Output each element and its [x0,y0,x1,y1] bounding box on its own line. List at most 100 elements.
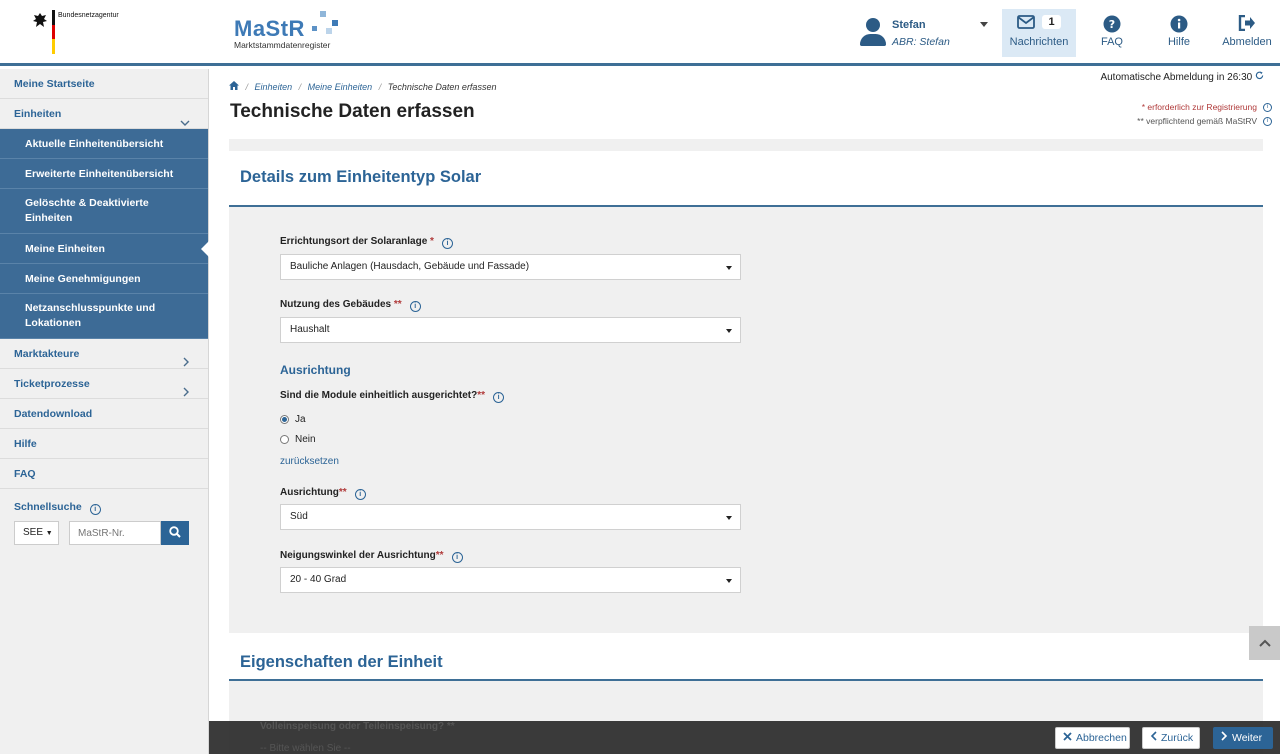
volleinspeisung-placeholder: -- Bitte wählen Sie -- [260,743,351,754]
header: Bundesnetzagentur MaStR Marktstammdatenr… [0,0,1280,66]
mastr-search-input[interactable] [69,521,161,545]
home-icon[interactable] [229,81,239,92]
search-icon [169,525,181,541]
page-title: Technische Daten erfassen [230,101,475,122]
main-content: / Einheiten / Meine Einheiten / Technisc… [209,69,1280,754]
logout-label: Abmelden [1222,36,1272,48]
scroll-to-top-button[interactable] [1249,626,1280,660]
neigung-select[interactable]: 20 - 40 Grad [280,567,741,593]
radio-label: Ja [295,414,306,425]
sidebar-item-netzanschlusspunkte[interactable]: Netzanschlusspunkte und Lokationen [0,294,208,339]
messages-count-badge: 1 [1042,15,1061,29]
next-button[interactable]: Weiter [1213,727,1273,749]
solar-details-panel: Details zum Einheitentyp Solar Errichtun… [229,139,1263,635]
see-select[interactable]: SEE ▼ [14,521,59,545]
radio-nein[interactable]: Nein [280,434,316,445]
info-icon[interactable]: i [1263,103,1272,113]
user-menu[interactable]: Stefan ABR: Stefan [860,16,990,52]
info-icon[interactable]: i [409,301,421,312]
panel-header: Details zum Einheitentyp Solar [229,151,1263,207]
faq-button[interactable]: ? FAQ [1090,9,1134,57]
chevron-down-icon [980,22,988,27]
select-value: Bauliche Anlagen (Hausdach, Gebäude und … [290,261,530,272]
german-flag-icon [52,10,55,55]
mandatory-note: ** verpflichtend gemäß MaStRV [1137,116,1257,126]
caret-down-icon [726,266,732,270]
sidebar-item-einheiten[interactable]: Einheiten [0,99,208,129]
panel-header: Eigenschaften der Einheit [229,633,1263,681]
required-note: * erforderlich zur Registrierung [1141,102,1257,112]
faq-label: FAQ [1100,36,1123,48]
radio-ja[interactable]: Ja [280,414,306,425]
cancel-button[interactable]: Abbrechen [1055,727,1130,749]
sidebar-item-label: Meine Genehmigungen [25,272,141,285]
breadcrumb-einheiten[interactable]: Einheiten [255,82,293,92]
sidebar-item-label: Netzanschlusspunkte und Lokationen [25,302,156,329]
module-question-label: Sind die Module einheitlich ausgerichtet… [280,390,505,403]
next-label: Weiter [1232,732,1263,744]
sidebar-item-aktuelle-einheitenuebersicht[interactable]: Aktuelle Einheitenübersicht [0,129,208,159]
sidebar-item-label: Marktakteure [14,348,80,360]
info-icon[interactable]: i [451,552,463,563]
sidebar-item-label: Hilfe [14,438,37,450]
chevron-right-icon [1221,728,1228,748]
nutzung-label: Nutzung des Gebäudes ** i [280,299,421,312]
refresh-icon[interactable] [1255,71,1264,83]
sidebar-item-erweiterte-einheitenuebersicht[interactable]: Erweiterte Einheitenübersicht [0,159,208,189]
back-button[interactable]: Zurück [1142,727,1200,749]
logout-button[interactable]: Abmelden [1220,9,1274,57]
sidebar-item-label: Meine Startseite [14,78,95,90]
breadcrumb-current: Technische Daten erfassen [387,82,497,92]
volleinspeisung-label: Volleinspeisung oder Teileinspeisung? ** [260,721,455,732]
sidebar-item-marktakteure[interactable]: Marktakteure [0,339,208,369]
question-circle-icon: ? [1090,15,1134,33]
neigung-label: Neigungswinkel der Ausrichtung** i [280,550,463,563]
info-circle-icon [1158,15,1200,33]
sidebar-item-hilfe[interactable]: Hilfe [0,429,208,459]
info-icon[interactable]: i [493,392,505,403]
sidebar-item-label: Gelöschte & Deaktivierte Einheiten [25,197,149,224]
nutzung-select[interactable]: Haushalt [280,317,741,343]
sidebar-item-startseite[interactable]: Meine Startseite [0,69,208,99]
info-icon[interactable]: i [1263,117,1272,127]
user-icon [860,18,886,48]
info-icon[interactable]: i [441,238,453,249]
ausrichtung-select[interactable]: Süd [280,504,741,530]
mastr-logo[interactable]: MaStR Marktstammdatenregister [234,11,338,50]
sidebar-item-geloeschte-einheiten[interactable]: Gelöschte & Deaktivierte Einheiten [0,189,208,234]
search-button[interactable] [161,521,189,545]
radio-unselected-icon [280,435,289,444]
radio-selected-icon [280,415,289,424]
back-label: Zurück [1161,732,1194,744]
sidebar-item-ticketprozesse[interactable]: Ticketprozesse [0,369,208,399]
user-abr: ABR: Stefan [892,36,950,48]
sidebar-item-label: Aktuelle Einheitenübersicht [25,137,164,150]
sidebar-item-label: Datendownload [14,408,93,420]
sidebar-item-meine-einheiten[interactable]: Meine Einheiten [0,234,209,264]
chevron-up-icon [1258,634,1271,652]
panel-title: Eigenschaften der Einheit [240,653,443,671]
auto-logout-timer: Automatische Abmeldung in 26:30 [1100,71,1264,83]
info-icon[interactable]: i [354,489,366,500]
quick-search-label: Schnellsuche [14,501,82,513]
messages-button[interactable]: 1 Nachrichten [1002,9,1076,57]
sidebar-item-label: FAQ [14,468,36,480]
breadcrumb-meine-einheiten[interactable]: Meine Einheiten [308,82,373,92]
chevron-left-icon [1150,728,1157,748]
agency-name: Bundesnetzagentur [58,12,119,19]
errichtungsort-select[interactable]: Bauliche Anlagen (Hausdach, Gebäude und … [280,254,741,280]
envelope-icon: 1 [1002,15,1076,33]
sidebar-item-label: Ticketprozesse [14,378,90,390]
requirement-notes: * erforderlich zur Registrierung i ** ver… [1137,100,1272,128]
reset-link[interactable]: zurücksetzen [280,456,339,467]
info-icon[interactable]: i [89,504,101,515]
help-button[interactable]: Hilfe [1158,9,1200,57]
radio-label: Nein [295,434,316,445]
sidebar-item-faq[interactable]: FAQ [0,459,208,489]
sidebar-item-datendownload[interactable]: Datendownload [0,399,208,429]
svg-text:?: ? [1109,18,1115,31]
help-label: Hilfe [1167,36,1190,48]
sidebar-item-meine-genehmigungen[interactable]: Meine Genehmigungen [0,264,208,294]
caret-down-icon [726,579,732,583]
select-value: Haushalt [290,324,330,335]
